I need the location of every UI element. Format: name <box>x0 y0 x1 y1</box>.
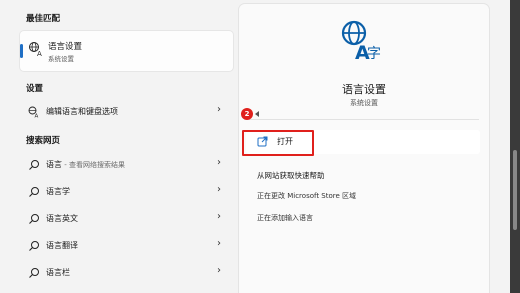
web-result-item[interactable]: 语言栏 › <box>20 261 233 285</box>
app-title: 语言设置 <box>342 83 386 96</box>
web-result-label: 语言英文 <box>46 214 78 223</box>
web-result-item[interactable]: 语言英文 › <box>20 207 233 231</box>
help-link[interactable]: 正在更改 Microsoft Store 区域 <box>257 191 356 201</box>
web-result-label: 语言栏 <box>46 268 70 277</box>
language-settings-icon: A 字 <box>341 20 381 61</box>
best-match-heading: 最佳匹配 <box>26 14 61 24</box>
settings-item-edit-language[interactable]: A 编辑语言和键盘选项 › <box>20 100 233 124</box>
search-icon <box>29 160 39 170</box>
settings-item-label: 编辑语言和键盘选项 <box>46 107 118 116</box>
help-link[interactable]: 正在添加输入语言 <box>257 213 313 223</box>
annotation-arrow-icon <box>255 111 259 117</box>
chevron-right-icon: › <box>217 238 221 249</box>
web-result-label: 语言 - 查看网络搜索结果 <box>46 159 125 170</box>
scrollbar-thumb[interactable] <box>513 150 517 230</box>
language-settings-icon: A <box>29 42 42 57</box>
best-match-title: 语言设置 <box>48 42 83 52</box>
best-match-item[interactable]: A 语言设置 系统设置 <box>20 31 233 71</box>
chevron-right-icon: › <box>217 104 221 115</box>
chevron-right-icon: › <box>217 211 221 222</box>
svg-text:字: 字 <box>367 46 381 61</box>
web-result-term: 语言 <box>46 160 62 169</box>
selection-indicator <box>20 44 23 58</box>
chevron-right-icon: › <box>217 157 221 168</box>
keyboard-language-icon: A <box>28 106 39 119</box>
svg-text:A: A <box>35 114 39 119</box>
web-result-suffix: - 查看网络搜索结果 <box>62 161 125 169</box>
svg-text:A: A <box>37 50 42 57</box>
web-result-item[interactable]: 语言学 › <box>20 180 233 204</box>
best-match-subtitle: 系统设置 <box>48 55 74 63</box>
search-icon <box>29 214 39 224</box>
web-result-label: 语言翻译 <box>46 241 78 250</box>
search-icon <box>29 268 39 278</box>
web-result-label: 语言学 <box>46 187 70 196</box>
help-heading: 从网站获取快速帮助 <box>257 171 325 180</box>
web-result-item[interactable]: 语言 - 查看网络搜索结果 › <box>20 153 233 177</box>
scrollbar[interactable] <box>510 0 520 293</box>
annotation-step-badge: 2 <box>241 108 253 120</box>
search-results-pane: 最佳匹配 A 语言设置 系统设置 设置 A 编辑语言和键盘选项 › 搜索网页 语… <box>0 0 238 293</box>
settings-heading: 设置 <box>26 84 44 94</box>
annotation-highlight-box <box>242 130 314 156</box>
web-search-heading: 搜索网页 <box>26 136 61 146</box>
web-result-item[interactable]: 语言翻译 › <box>20 234 233 258</box>
search-icon <box>29 187 39 197</box>
search-icon <box>29 241 39 251</box>
divider <box>249 119 479 120</box>
chevron-right-icon: › <box>217 265 221 276</box>
chevron-right-icon: › <box>217 184 221 195</box>
app-subtitle: 系统设置 <box>350 99 378 107</box>
